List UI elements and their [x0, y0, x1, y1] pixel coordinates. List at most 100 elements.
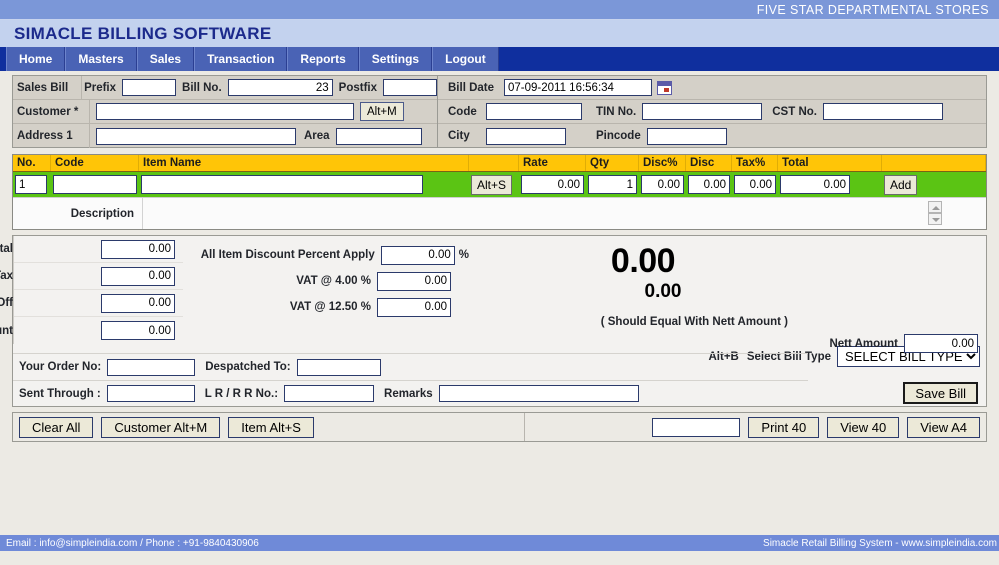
address1-input[interactable]: [96, 128, 296, 145]
customer-label: Customer *: [17, 106, 89, 118]
nav-item-masters[interactable]: Masters: [65, 47, 136, 71]
total-after-tax-input[interactable]: [101, 267, 175, 286]
bill-number-input[interactable]: [228, 79, 333, 96]
rate-input[interactable]: [521, 175, 584, 194]
row-no-input[interactable]: [15, 175, 47, 194]
add-item-button[interactable]: Add: [884, 175, 917, 195]
save-bar: Save Bill: [816, 382, 986, 404]
sub-total-row: Sub Total: [14, 236, 183, 263]
disc-percent-input[interactable]: [641, 175, 684, 194]
vat-4-input[interactable]: [377, 272, 451, 291]
nav-item-transaction[interactable]: Transaction: [194, 47, 287, 71]
description-label: Description: [17, 208, 142, 220]
total-amount-row: Total Amount: [14, 317, 183, 344]
customer-lookup-button[interactable]: Alt+M: [360, 102, 404, 121]
round-off-input[interactable]: [101, 294, 175, 313]
print-copies-input[interactable]: [652, 418, 740, 437]
sent-through-input[interactable]: [107, 385, 195, 402]
nav-item-settings[interactable]: Settings: [359, 47, 432, 71]
your-order-no-label: Your Order No:: [17, 361, 107, 373]
item-lookup-button[interactable]: Alt+S: [471, 175, 512, 195]
column-header-qty: Qty: [586, 155, 639, 171]
despatched-to-input[interactable]: [297, 359, 381, 376]
title-bar: SIMACLE BILLING SOFTWARE: [0, 20, 999, 47]
toolbar-divider: [524, 413, 525, 441]
footer-contact: Email : info@simpleindia.com / Phone : +…: [6, 538, 259, 549]
column-header-disc: Disc: [686, 155, 732, 171]
sent-through-row: Sent Through : L R / R R No.: Remarks: [13, 380, 808, 406]
item-code-input[interactable]: [53, 175, 137, 194]
all-item-discount-input[interactable]: [381, 246, 455, 265]
dispatch-fields: Your Order No: Despatched To: Sent Throu…: [13, 353, 808, 406]
vat-12-5-label: VAT @ 12.50 %: [290, 301, 377, 313]
nav-item-logout[interactable]: Logout: [432, 47, 499, 71]
nav-item-reports[interactable]: Reports: [287, 47, 358, 71]
item-name-input[interactable]: [141, 175, 423, 194]
sent-through-label: Sent Through :: [17, 388, 107, 400]
calendar-icon[interactable]: [657, 81, 672, 95]
city-pincode-row: City Pincode: [438, 124, 986, 148]
code-label: Code: [442, 106, 486, 118]
clear-all-button[interactable]: Clear All: [19, 417, 93, 438]
view-40-button[interactable]: View 40: [827, 417, 899, 438]
cst-label: CST No.: [762, 106, 823, 118]
big-total-amount: 0.00: [523, 242, 763, 280]
area-label: Area: [296, 130, 336, 142]
totals-right-column: Sub Total Total After Tax Round Off Tota…: [13, 236, 183, 344]
footer-credit: Simacle Retail Billing System - www.simp…: [763, 538, 997, 549]
view-a4-button[interactable]: View A4: [907, 417, 980, 438]
total-amount-label: Total Amount: [0, 325, 13, 337]
your-order-no-input[interactable]: [107, 359, 195, 376]
spinner-down-icon[interactable]: [928, 213, 942, 225]
address-label: Address 1: [17, 130, 89, 142]
qty-input[interactable]: [588, 175, 637, 194]
city-input[interactable]: [486, 128, 566, 145]
code-input[interactable]: [486, 103, 582, 120]
remarks-label: Remarks: [374, 388, 439, 400]
totals-panel: All Item Discount Percent Apply % VAT @ …: [12, 235, 987, 407]
cst-number-input[interactable]: [823, 103, 943, 120]
disc-input[interactable]: [688, 175, 730, 194]
description-spinner[interactable]: [928, 201, 942, 225]
column-header-item-name: Item Name: [139, 155, 469, 171]
item-shortcut-button[interactable]: Item Alt+S: [228, 417, 314, 438]
sub-total-input[interactable]: [101, 240, 175, 259]
save-bill-button[interactable]: Save Bill: [903, 382, 978, 404]
postfix-input[interactable]: [383, 79, 437, 96]
store-name: FIVE STAR DEPARTMENTAL STORES: [757, 3, 989, 17]
lr-rr-no-input[interactable]: [284, 385, 374, 402]
vat-4-label: VAT @ 4.00 %: [296, 275, 377, 287]
prefix-input[interactable]: [122, 79, 176, 96]
column-header-tax-percent: Tax%: [732, 155, 778, 171]
total-after-tax-label: Total After Tax: [0, 270, 13, 282]
pincode-input[interactable]: [647, 128, 727, 145]
nav-item-sales[interactable]: Sales: [137, 47, 194, 71]
column-header-action: [882, 155, 986, 171]
bill-date-input[interactable]: [504, 79, 652, 96]
toolbar-right-group: Print 40 View 40 View A4: [652, 417, 980, 438]
line-total-input[interactable]: [780, 175, 850, 194]
print-40-button[interactable]: Print 40: [748, 417, 819, 438]
remarks-input[interactable]: [439, 385, 639, 402]
order-despatch-row: Your Order No: Despatched To:: [13, 354, 808, 380]
description-field[interactable]: [142, 198, 986, 229]
billno-label: Bill No.: [176, 82, 228, 94]
column-header-code: Code: [51, 155, 139, 171]
city-label: City: [442, 130, 486, 142]
spinner-up-icon[interactable]: [928, 201, 942, 213]
column-header-rate: Rate: [519, 155, 586, 171]
customer-shortcut-button[interactable]: Customer Alt+M: [101, 417, 220, 438]
tin-number-input[interactable]: [642, 103, 762, 120]
tax-percent-input[interactable]: [734, 175, 776, 194]
vat-12-5-input[interactable]: [377, 298, 451, 317]
column-header-lookup: [469, 155, 519, 171]
round-off-row: Round Off: [14, 290, 183, 317]
nett-amount-input[interactable]: [904, 334, 978, 353]
sales-bill-row: Sales Bill Prefix Bill No. Postfix: [13, 76, 437, 100]
customer-input[interactable]: [96, 103, 354, 120]
grand-total-display: 0.00 0.00 ( Should Equal With Nett Amoun…: [523, 242, 763, 304]
nav-item-home[interactable]: Home: [6, 47, 65, 71]
mid-total-amount: 0.00: [523, 280, 763, 304]
area-input[interactable]: [336, 128, 422, 145]
total-amount-input[interactable]: [101, 321, 175, 340]
